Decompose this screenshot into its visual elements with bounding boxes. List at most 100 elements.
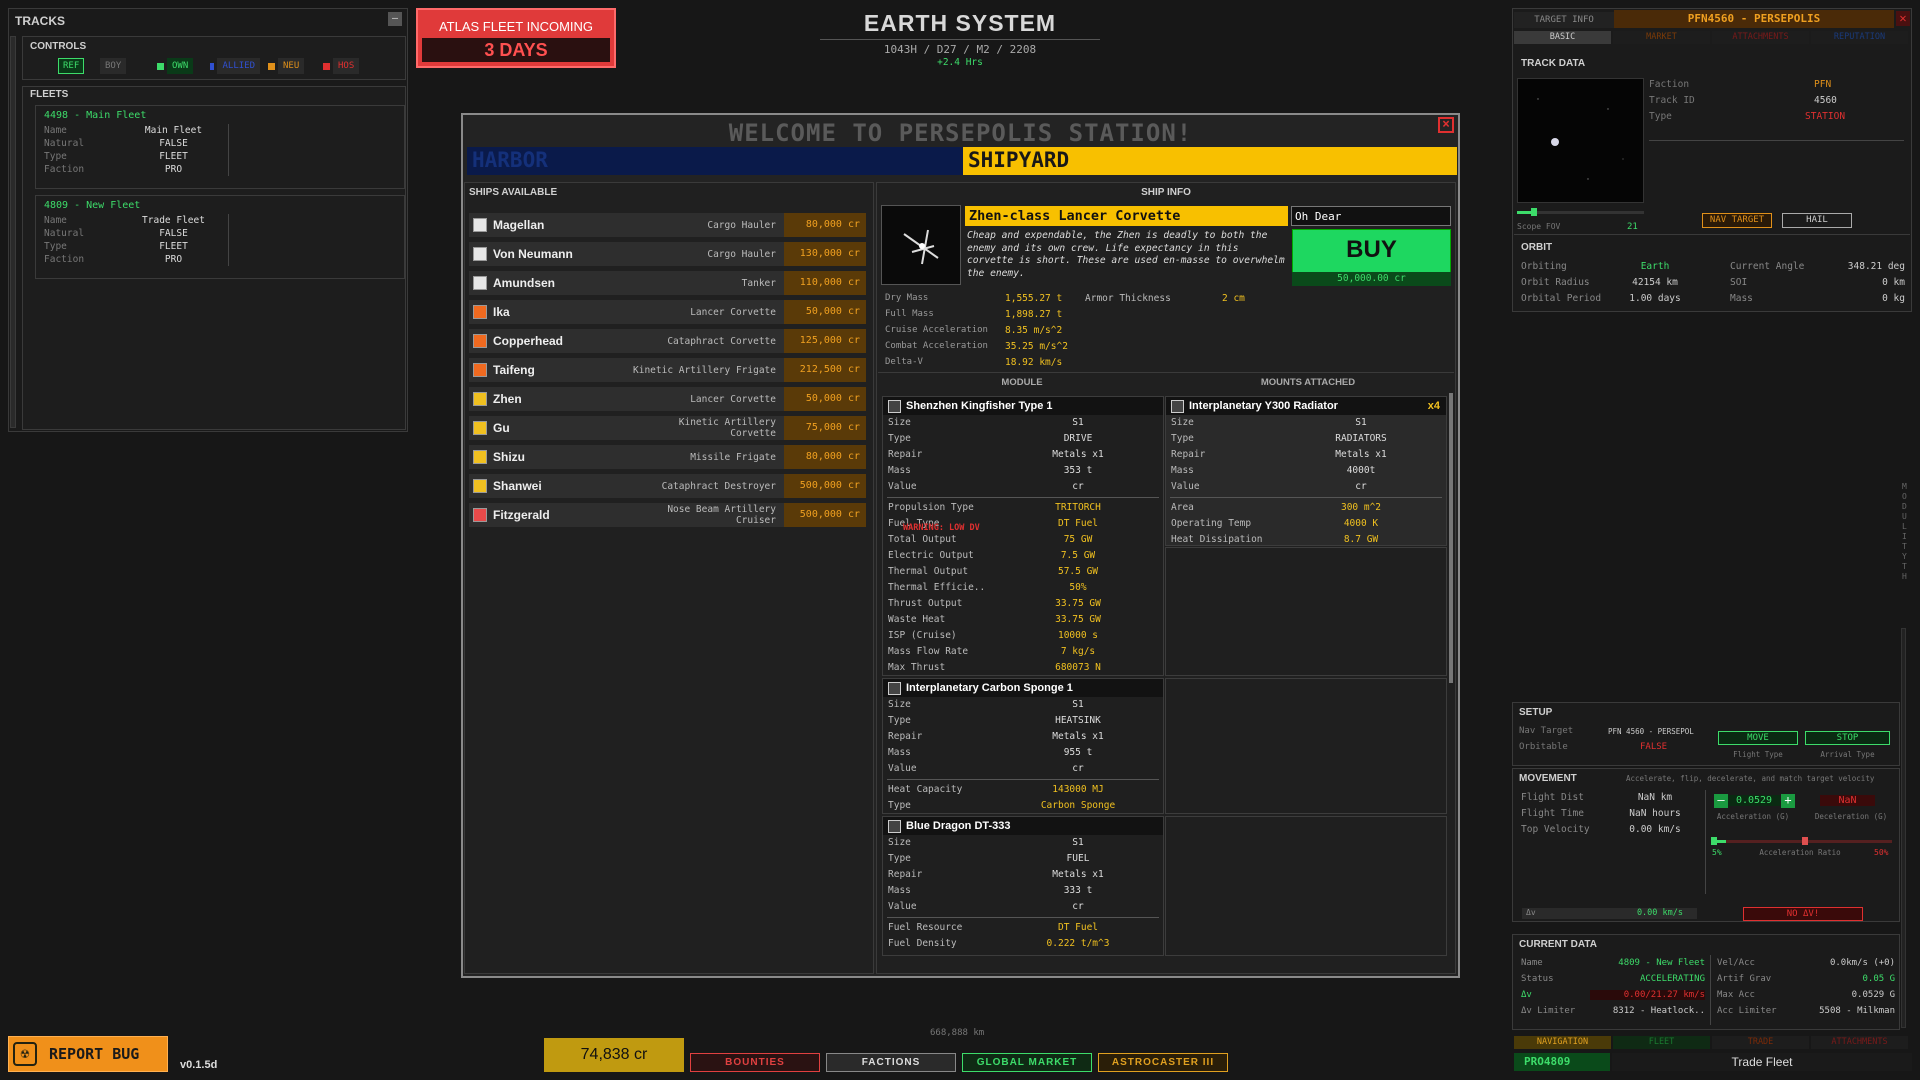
stop-button[interactable]: STOP xyxy=(1805,731,1890,745)
ship-row[interactable]: Magellan Cargo Hauler 80,000 cr xyxy=(469,213,866,237)
module-title: Shenzhen Kingfisher Type 1 xyxy=(906,400,1053,412)
orbit-label: SOI xyxy=(1730,277,1748,288)
target-tab-reputation[interactable]: REPUTATION xyxy=(1811,31,1908,44)
ship-name: Amundsen xyxy=(493,276,556,290)
module-row-value: Metals x1 xyxy=(1052,869,1104,880)
current-value: 0.05 G xyxy=(1862,974,1895,984)
current-label: Max Acc xyxy=(1717,990,1755,1000)
target-tab-basic[interactable]: BASIC xyxy=(1514,31,1611,44)
accel-minus-button[interactable]: – xyxy=(1714,794,1728,808)
footer-global-market-button[interactable]: GLOBAL MARKET xyxy=(962,1053,1092,1072)
move-button[interactable]: MOVE xyxy=(1718,731,1798,745)
filter-ref-button[interactable]: REF xyxy=(58,58,90,74)
fleet-card[interactable]: 4809 - New Fleet Name Trade Fleet Natural FA… xyxy=(35,195,405,279)
filter-hos-button[interactable]: HOS xyxy=(323,58,365,74)
credits-display: 74,838 cr xyxy=(544,1038,684,1072)
fleet-card[interactable]: 4498 - Main Fleet Name Main Fleet Natural FA… xyxy=(35,105,405,189)
fleet-tab-trade[interactable]: TRADE xyxy=(1712,1036,1809,1049)
ship-row[interactable]: Gu Kinetic Artillery Corvette 75,000 cr xyxy=(469,416,866,440)
filter-neu-button[interactable]: NEU xyxy=(268,58,316,74)
stat-label: Combat Acceleration xyxy=(885,341,988,351)
ship-class: Cargo Hauler xyxy=(707,248,776,260)
fleet-field-value: PRO xyxy=(119,253,229,266)
module-row-value: 50% xyxy=(1069,582,1087,593)
filter-label: ALLIED xyxy=(217,58,260,74)
module-row-value: S1 xyxy=(1072,417,1084,428)
fleet-field-value: Main Fleet xyxy=(119,124,229,137)
module-row-value: DT Fuel xyxy=(1057,922,1099,933)
module-fuel[interactable]: Blue Dragon DT-333 Size S1 Type FUEL Repair Me… xyxy=(882,816,1164,956)
ship-row[interactable]: Taifeng Kinetic Artillery Frigate 212,500 … xyxy=(469,358,866,382)
filter-swatch xyxy=(323,62,330,70)
tracks-collapse-button[interactable]: – xyxy=(388,12,402,26)
filter-swatch xyxy=(157,62,164,70)
module-header: Blue Dragon DT-333 xyxy=(883,817,1163,835)
module-count: x4 xyxy=(1427,400,1440,412)
buy-button[interactable]: BUY xyxy=(1292,229,1451,274)
module-drive[interactable]: Shenzhen Kingfisher Type 1 Size S1 Type DRIV… xyxy=(882,396,1164,676)
module-row-value: cr xyxy=(1072,901,1084,912)
module-radiator-icon xyxy=(1171,399,1184,413)
fleet-tab-attachments[interactable]: ATTACHMENTS xyxy=(1811,1036,1908,1049)
footer-astrocaster-iii-button[interactable]: ASTROCASTER III xyxy=(1098,1053,1228,1072)
modules-scrollbar[interactable] xyxy=(1449,393,1453,683)
filter-label: NEU xyxy=(278,58,305,74)
ship-class: Kinetic Artillery Corvette xyxy=(678,417,776,439)
ship-row[interactable]: Amundsen Tanker 110,000 cr xyxy=(469,271,866,295)
accel-plus-button[interactable]: + xyxy=(1781,794,1795,808)
ship-name: Magellan xyxy=(493,218,545,232)
ship-name: Gu xyxy=(493,421,510,435)
module-heatsink[interactable]: Interplanetary Carbon Sponge 1 Size S1 Type… xyxy=(882,678,1164,814)
module-row-value: Metals x1 xyxy=(1052,449,1104,460)
ship-row[interactable]: Zhen Lancer Corvette 50,000 cr xyxy=(469,387,866,411)
module-row-value: 143000 MJ xyxy=(1052,784,1104,795)
filter-boy-button[interactable]: BOY xyxy=(100,58,148,74)
scope-slider-handle[interactable] xyxy=(1531,208,1537,216)
module-header: Interplanetary Y300 Radiator x4 xyxy=(1166,397,1446,415)
tracks-scrollbar[interactable] xyxy=(10,36,16,428)
filter-allied-button[interactable]: ALLIED xyxy=(210,58,260,74)
tab-harbor-label: HARBOR xyxy=(472,148,548,172)
trackid-value: 4560 xyxy=(1814,95,1837,106)
fleet-field-label: Faction xyxy=(44,254,85,265)
ship-row[interactable]: Shanwei Cataphract Destroyer 500,000 cr xyxy=(469,474,866,498)
footer-factions-button[interactable]: FACTIONS xyxy=(826,1053,956,1072)
target-tab-attachments[interactable]: ATTACHMENTS xyxy=(1712,31,1809,44)
module-row-label: Thrust Output xyxy=(888,598,963,609)
module-row: Mass 353 t xyxy=(883,463,1163,479)
module-row: Value cr xyxy=(1166,479,1446,495)
mounts-header: MOUNTS ATTACHED xyxy=(1260,377,1356,388)
module-row-value: 7 kg/s xyxy=(1060,646,1096,657)
current-value: 4809 - New Fleet xyxy=(1618,958,1705,968)
ship-color-swatch xyxy=(473,450,487,464)
filter-own-button[interactable]: OWN xyxy=(157,58,199,74)
target-tab-market[interactable]: MARKET xyxy=(1613,31,1710,44)
faction-value: PFN xyxy=(1814,79,1832,90)
target-close-button[interactable]: ✕ xyxy=(1896,11,1910,26)
ship-row[interactable]: Fitzgerald Nose Beam Artillery Cruiser 500… xyxy=(469,503,866,527)
fleet-tab-fleet[interactable]: FLEET xyxy=(1613,1036,1710,1049)
tab-shipyard[interactable]: SHIPYARD xyxy=(963,147,1457,175)
report-bug-button[interactable]: ☢ REPORT BUG xyxy=(8,1036,168,1072)
fleet-tab-navigation[interactable]: NAVIGATION xyxy=(1514,1036,1611,1049)
module-separator xyxy=(887,497,1159,498)
ship-row[interactable]: Copperhead Cataphract Corvette 125,000 cr xyxy=(469,329,866,353)
nav-target-button[interactable]: NAV TARGET xyxy=(1702,213,1772,228)
faction-label: Faction xyxy=(1649,79,1690,90)
ship-title: Zhen-class Lancer Corvette xyxy=(965,206,1288,226)
ship-row[interactable]: Ika Lancer Corvette 50,000 cr xyxy=(469,300,866,324)
module-radiator[interactable]: Interplanetary Y300 Radiator x4 Size S1 Type… xyxy=(1165,396,1447,546)
ship-name-input[interactable] xyxy=(1291,206,1451,226)
ship-color-swatch xyxy=(473,218,487,232)
ship-row[interactable]: Shizu Missile Frigate 80,000 cr xyxy=(469,445,866,469)
footer-bounties-button[interactable]: BOUNTIES xyxy=(690,1053,820,1072)
hail-button[interactable]: HAIL xyxy=(1782,213,1852,228)
right-scrollbar[interactable] xyxy=(1901,628,1906,1028)
modal-close-button[interactable]: × xyxy=(1438,117,1454,133)
accel-ratio-handle-left[interactable] xyxy=(1711,837,1717,845)
tab-harbor[interactable]: HARBOR xyxy=(467,147,963,175)
type-label: Type xyxy=(1649,111,1672,122)
module-row-label: Repair xyxy=(888,869,923,880)
ship-row[interactable]: Von Neumann Cargo Hauler 130,000 cr xyxy=(469,242,866,266)
accel-ratio-handle-right[interactable] xyxy=(1802,837,1808,845)
